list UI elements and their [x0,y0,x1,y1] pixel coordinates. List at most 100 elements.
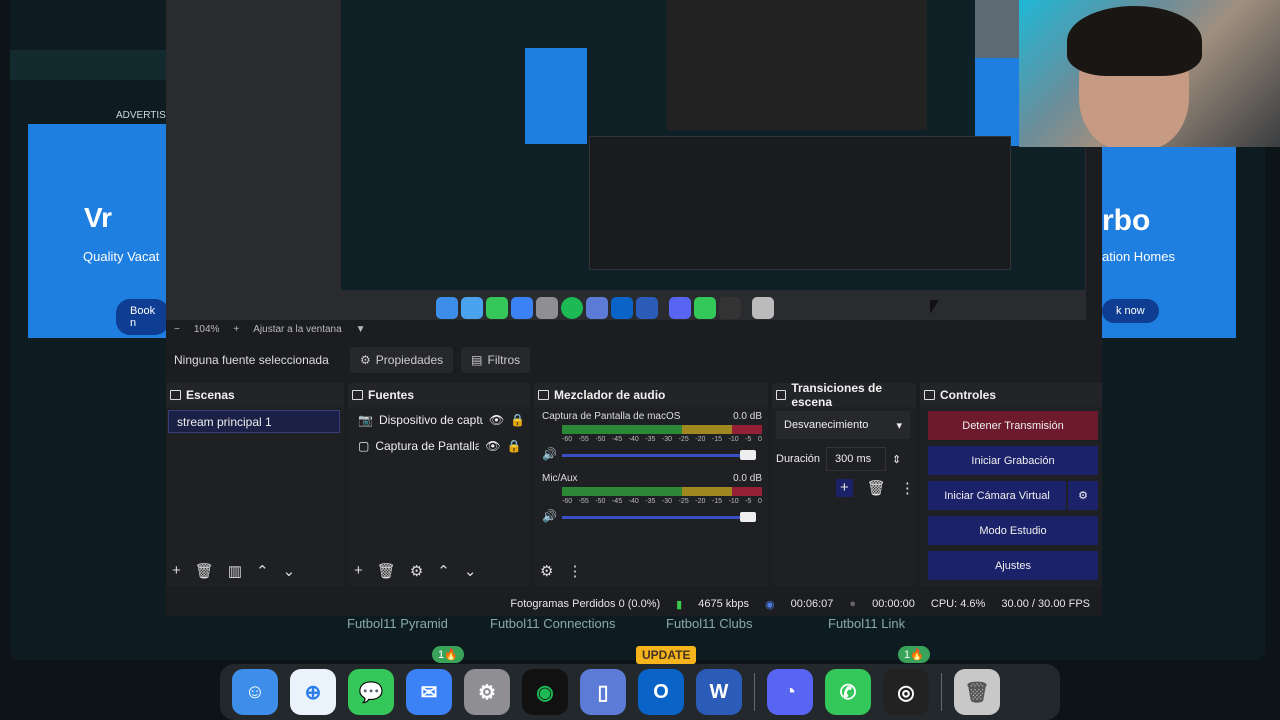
gear-icon[interactable]: ⚙ [1068,481,1098,510]
finder-icon [436,297,458,319]
studio-mode-button[interactable]: Modo Estudio [928,516,1098,545]
zoom-in-button[interactable]: + [233,324,239,335]
dock-icon [538,390,549,400]
spotify-icon [561,297,583,319]
ad-banner-left[interactable]: Vr Quality Vacat Book n [28,124,170,338]
speaker-icon[interactable]: 🔊 [542,447,557,461]
discord-icon[interactable]: ◔ [767,669,813,715]
link-futbol11-clubs[interactable]: Futbol11 Clubs [666,616,752,631]
zoom-out-button[interactable]: − [174,324,180,335]
source-item[interactable]: ▢ Captura de Pantalla d 👁 🔒 [348,433,530,459]
trash-icon[interactable]: 🗑 [195,562,214,580]
settings-icon[interactable]: ⚙ [464,669,510,715]
filters-label: Filtros [487,353,521,367]
stepper-icon[interactable]: ⇕ [892,453,901,466]
notes-icon [586,297,608,319]
trash-icon[interactable]: 🗑 [954,669,1000,715]
link-futbol11-connections[interactable]: Futbol11 Connections [490,616,616,631]
speaker-icon[interactable]: 🔊 [542,509,557,523]
settings-icon [536,297,558,319]
scene-item[interactable]: stream principal 1 [168,410,340,433]
ad-banner-right[interactable]: rbo ation Homes k now [1102,124,1236,338]
chevron-down-icon[interactable]: ▼ [356,324,366,335]
stream-time: 00:06:07 [790,598,834,610]
chevron-down-icon[interactable]: ⌄ [283,562,296,580]
link-futbol11-link[interactable]: Futbol11 Link [828,616,905,631]
trash-icon[interactable]: 🗑 [867,479,886,497]
duration-input[interactable]: 300 ms [826,447,887,471]
filter-icon[interactable]: ▥ [228,562,242,580]
phone-icon [694,297,716,319]
volume-slider[interactable]: 🔊 [542,509,762,525]
more-icon[interactable]: ⋮ [900,479,915,497]
finder-icon[interactable]: ☺ [232,669,278,715]
settings-button[interactable]: Ajustes [928,551,1098,580]
lock-icon[interactable]: 🔒 [510,413,525,427]
mail-icon[interactable]: ✉ [406,669,452,715]
more-icon[interactable]: ⋮ [567,562,582,580]
tick: -30 [661,498,673,505]
volume-knob[interactable] [740,512,756,522]
tick: -15 [711,498,723,505]
chevron-up-icon[interactable]: ⌃ [437,562,450,580]
dock-separator [941,673,942,711]
stream-icon: ◉ [764,598,775,611]
sources-title: Fuentes [348,383,530,407]
tick: 0 [757,498,762,505]
notes-icon[interactable]: ▯ [580,669,626,715]
controls-dock: Controles Detener Transmisión Iniciar Gr… [920,383,1102,586]
tick: -60 [562,436,573,443]
volume-knob[interactable] [740,450,756,460]
trash-icon[interactable]: 🗑 [377,562,396,580]
tick: -60 [562,498,573,505]
eye-icon[interactable]: 👁 [489,413,504,427]
add-icon[interactable]: + [354,562,363,580]
sources-toolbar: + 🗑 ⚙ ⌃ ⌄ [354,562,476,580]
word-icon[interactable]: W [696,669,742,715]
start-recording-button[interactable]: Iniciar Grabación [928,446,1098,475]
obs-window: − 104% + Ajustar a la ventana ▼ Ninguna … [166,0,1102,616]
volume-slider[interactable]: 🔊 [542,447,762,463]
obs-icon[interactable]: ◎ [883,669,929,715]
add-icon[interactable]: + [172,562,181,580]
messages-icon[interactable]: 💬 [348,669,394,715]
properties-button[interactable]: ⚙ Propiedades [350,347,454,373]
obs-preview[interactable] [166,0,1093,320]
volume-track [562,454,756,457]
dock-icon [352,390,363,400]
dropped-frames: Fotogramas Perdidos 0 (0.0%) [510,598,661,610]
filters-button[interactable]: ▤ Filtros [461,347,531,373]
channel-name: Mic/Aux [542,473,578,484]
source-item[interactable]: 📷 Dispositivo de captura 👁 🔒 [348,407,530,433]
nested-screen-top [667,0,927,130]
stop-stream-button[interactable]: Detener Transmisión [928,411,1098,440]
tick: -15 [711,436,723,443]
zoom-bar: − 104% + Ajustar a la ventana ▼ [166,320,1086,338]
update-badge: UPDATE [636,646,697,664]
add-icon[interactable]: + [836,479,853,497]
status-bar: Fotogramas Perdidos 0 (0.0%) ▮ 4675 kbps… [166,592,1102,616]
ad-right-button[interactable]: k now [1102,299,1159,323]
phone-icon[interactable]: ✆ [825,669,871,715]
outlook-icon[interactable]: O [638,669,684,715]
macos-dock: ☺ ⊕ 💬 ✉ ⚙ ◉ ▯ O W ◔ ✆ ◎ 🗑 [220,664,1060,720]
chevron-down-icon[interactable]: ⌄ [464,562,477,580]
gear-icon: ⚙ [360,353,371,367]
gear-icon[interactable]: ⚙ [410,562,423,580]
safari-icon[interactable]: ⊕ [290,669,336,715]
transition-select[interactable]: Desvanecimiento ▾ [776,411,910,439]
tick: -55 [578,498,589,505]
ad-left-button[interactable]: Book n [116,299,170,335]
gear-icon[interactable]: ⚙ [540,562,553,580]
link-futbol11-pyramid[interactable]: Futbol11 Pyramid [347,616,448,631]
source-toolbar: Ninguna fuente seleccionada ⚙ Propiedade… [166,343,1102,377]
dock-icon [170,390,181,400]
spotify-icon[interactable]: ◉ [522,669,568,715]
fit-to-window[interactable]: Ajustar a la ventana [253,324,341,335]
eye-icon[interactable]: 👁 [485,439,500,453]
lock-icon[interactable]: 🔒 [507,439,522,453]
ad-left-logo: Vr [84,202,113,233]
chevron-up-icon[interactable]: ⌃ [256,562,269,580]
start-virtual-cam-button[interactable]: Iniciar Cámara Virtual [928,481,1066,510]
ad-label: ADVERTIS [116,110,166,121]
